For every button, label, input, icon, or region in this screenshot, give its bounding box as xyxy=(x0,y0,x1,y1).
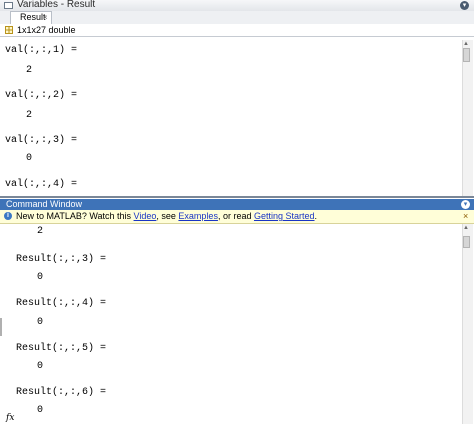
output-value: 0 xyxy=(37,272,44,283)
info-icon: i xyxy=(4,212,12,220)
output-value: 2 xyxy=(26,65,33,76)
variables-scroll-thumb[interactable] xyxy=(463,48,470,62)
video-link[interactable]: Video xyxy=(134,211,157,221)
output-value: 2 xyxy=(26,110,33,121)
examples-link[interactable]: Examples xyxy=(178,211,218,221)
command-window-title: Command Window xyxy=(6,199,83,209)
info-text-3: , or read xyxy=(217,211,254,221)
scroll-up-icon[interactable]: ▲ xyxy=(463,41,469,47)
command-window-output[interactable]: 2 Result(:,:,3) = 0 Result(:,:,4) = 0 Re… xyxy=(16,226,456,421)
output-line: Result(:,:,4) = xyxy=(16,298,107,309)
command-window-scroll-thumb[interactable] xyxy=(463,236,470,248)
output-line: val(:,:,3) = xyxy=(5,135,78,146)
tab-result-label: Result xyxy=(20,12,46,22)
grid-icon xyxy=(5,26,13,34)
left-edge-marker xyxy=(0,318,2,336)
output-value: 0 xyxy=(37,361,44,372)
variables-title: Variables - Result xyxy=(17,0,96,10)
command-window-collapse-button[interactable]: ▾ xyxy=(461,200,470,209)
output-line: Result(:,:,5) = xyxy=(16,343,107,354)
scroll-up-icon[interactable]: ▲ xyxy=(463,225,469,231)
output-value: 0 xyxy=(37,405,44,416)
info-text-2: , see xyxy=(156,211,179,221)
output-value: 0 xyxy=(37,317,44,328)
command-window-scrollbar[interactable] xyxy=(462,224,473,424)
variables-output: val(:,:,1) = 2 val(:,:,2) = 2 val(:,:,3)… xyxy=(5,40,460,195)
info-text-4: . xyxy=(314,211,318,221)
output-value: 0 xyxy=(26,153,33,164)
output-value: 2 xyxy=(37,226,44,237)
output-line: val(:,:,4) = xyxy=(5,179,78,190)
variables-tabstrip xyxy=(0,11,474,25)
output-line: val(:,:,2) = xyxy=(5,90,78,101)
panel-divider[interactable] xyxy=(0,196,474,198)
info-bar-text: New to MATLAB? Watch this Video, see Exa… xyxy=(16,211,317,222)
output-line: val(:,:,1) = xyxy=(5,45,78,56)
variable-size-label: 1x1x27 double xyxy=(17,25,76,35)
variables-window-icon xyxy=(4,2,13,9)
getting-started-link[interactable]: Getting Started xyxy=(254,211,315,221)
variables-collapse-button[interactable]: ▾ xyxy=(460,1,469,10)
variables-scrollbar[interactable] xyxy=(462,40,473,196)
output-line: Result(:,:,6) = xyxy=(16,387,107,398)
fx-icon[interactable]: fx xyxy=(6,413,14,423)
info-text-1: New to MATLAB? Watch this xyxy=(16,211,134,221)
output-line: Result(:,:,3) = xyxy=(16,254,107,265)
tab-close-icon[interactable]: × xyxy=(43,12,48,23)
info-bar-close-icon[interactable]: × xyxy=(463,210,468,222)
